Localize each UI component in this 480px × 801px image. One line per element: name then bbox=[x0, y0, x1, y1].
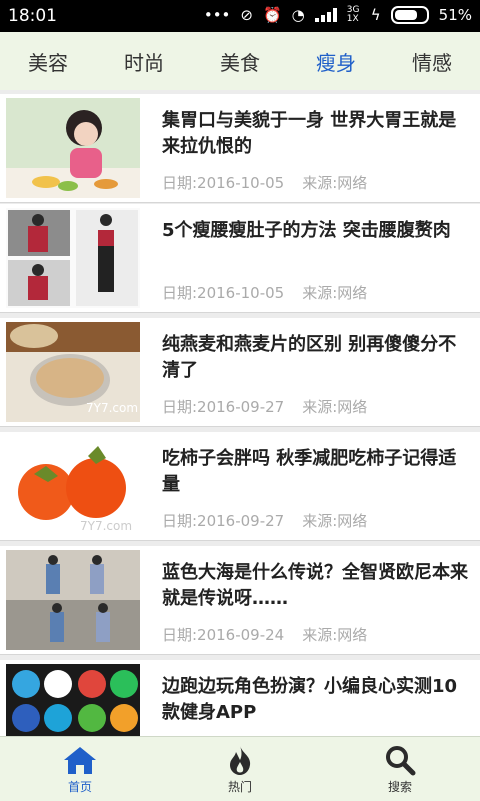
article-date: 日期:2016-09-27 bbox=[162, 512, 285, 530]
charging-icon: ϟ bbox=[370, 6, 381, 24]
article-source: 来源:网络 bbox=[302, 174, 368, 192]
tab-food[interactable]: 美食 bbox=[210, 41, 270, 82]
list-item[interactable]: 蓝色大海是什么传说？全智贤欧尼本来就是传说呀…… 日期:2016-09-24 来源… bbox=[0, 546, 480, 655]
tab-beauty[interactable]: 美容 bbox=[18, 41, 78, 82]
article-meta: 日期:2016-09-27 来源:网络 bbox=[162, 510, 367, 531]
article-thumbnail: 7Y7.com bbox=[6, 436, 140, 536]
nav-search[interactable]: 搜索 bbox=[340, 744, 460, 795]
category-tabbar: 美容 时尚 美食 瘦身 情感 bbox=[0, 32, 480, 90]
article-list: 集胃口与美貌于一身 世界大胃王就是来拉仇恨的 日期:2016-10-05 来源:网… bbox=[0, 90, 480, 736]
article-title: 蓝色大海是什么传说？全智贤欧尼本来就是传说呀…… bbox=[162, 562, 468, 609]
status-bar: 18:01 ••• ⊘ ⏰ ◔ 3G 1X ϟ 51% bbox=[0, 0, 480, 32]
article-source: 来源:网络 bbox=[302, 398, 368, 416]
article-title: 边跑边玩角色扮演？小编良心实测10款健身APP bbox=[162, 676, 458, 723]
article-meta: 日期:2016-09-24 来源:网络 bbox=[162, 624, 367, 645]
mute-icon: ⊘ bbox=[240, 6, 253, 24]
tab-fashion[interactable]: 时尚 bbox=[114, 41, 174, 82]
tab-emotion[interactable]: 情感 bbox=[402, 41, 462, 82]
article-source: 来源:网络 bbox=[302, 284, 368, 302]
nav-home[interactable]: 首页 bbox=[20, 744, 140, 795]
list-item[interactable]: 7Y7.com 吃柿子会胖吗 秋季减肥吃柿子记得适量 日期:2016-09-27… bbox=[0, 432, 480, 541]
article-meta: 日期:2016-10-05 来源:网络 bbox=[162, 172, 367, 193]
article-source: 来源:网络 bbox=[302, 512, 368, 530]
battery-level: 51% bbox=[438, 6, 472, 24]
article-title: 吃柿子会胖吗 秋季减肥吃柿子记得适量 bbox=[162, 448, 457, 495]
signal-icon bbox=[314, 8, 337, 22]
article-date: 日期:2016-10-05 bbox=[162, 174, 285, 192]
article-thumbnail: 7Y7.com bbox=[6, 322, 140, 422]
bottom-nav: 首页 热门 搜索 bbox=[0, 736, 480, 801]
article-date: 日期:2016-09-27 bbox=[162, 398, 285, 416]
more-dots-icon: ••• bbox=[203, 6, 231, 24]
home-icon bbox=[64, 746, 96, 774]
status-time: 18:01 bbox=[8, 6, 57, 26]
list-item[interactable]: 边跑边玩角色扮演？小编良心实测10款健身APP bbox=[0, 660, 480, 736]
article-thumbnail bbox=[6, 208, 140, 308]
list-item[interactable]: 7Y7.com 纯燕麦和燕麦片的区别 别再傻傻分不清了 日期:2016-09-2… bbox=[0, 318, 480, 427]
flame-icon bbox=[230, 745, 251, 775]
search-icon bbox=[386, 745, 416, 775]
nav-search-label: 搜索 bbox=[387, 779, 412, 794]
article-thumbnail bbox=[6, 98, 140, 198]
list-item[interactable]: 集胃口与美貌于一身 世界大胃王就是来拉仇恨的 日期:2016-10-05 来源:网… bbox=[0, 94, 480, 203]
article-thumbnail bbox=[6, 550, 140, 650]
nav-hot-label: 热门 bbox=[227, 779, 252, 794]
image-watermark: 7Y7.com bbox=[86, 401, 138, 415]
tab-slimming[interactable]: 瘦身 bbox=[306, 41, 366, 82]
article-thumbnail bbox=[6, 664, 140, 736]
article-title: 集胃口与美貌于一身 世界大胃王就是来拉仇恨的 bbox=[162, 110, 457, 157]
nav-hot[interactable]: 热门 bbox=[180, 744, 300, 795]
article-title: 纯燕麦和燕麦片的区别 别再傻傻分不清了 bbox=[162, 334, 457, 381]
battery-icon bbox=[390, 6, 429, 24]
article-title: 5个瘦腰瘦肚子的方法 突击腰腹赘肉 bbox=[162, 220, 451, 241]
alarm-icon: ⏰ bbox=[262, 6, 282, 24]
list-item[interactable]: 5个瘦腰瘦肚子的方法 突击腰腹赘肉 日期:2016-10-05 来源:网络 bbox=[0, 204, 480, 313]
article-meta: 日期:2016-10-05 来源:网络 bbox=[162, 282, 367, 303]
image-watermark: 7Y7.com bbox=[80, 519, 132, 533]
article-meta: 日期:2016-09-27 来源:网络 bbox=[162, 396, 367, 417]
status-icons: ••• ⊘ ⏰ ◔ 3G 1X ϟ 51% bbox=[204, 6, 472, 24]
nav-home-label: 首页 bbox=[67, 779, 92, 794]
article-source: 来源:网络 bbox=[302, 626, 368, 644]
article-date: 日期:2016-10-05 bbox=[162, 284, 285, 302]
network-type: 3G 1X bbox=[346, 5, 360, 24]
wifi-icon: ◔ bbox=[291, 6, 305, 24]
article-date: 日期:2016-09-24 bbox=[162, 626, 285, 644]
